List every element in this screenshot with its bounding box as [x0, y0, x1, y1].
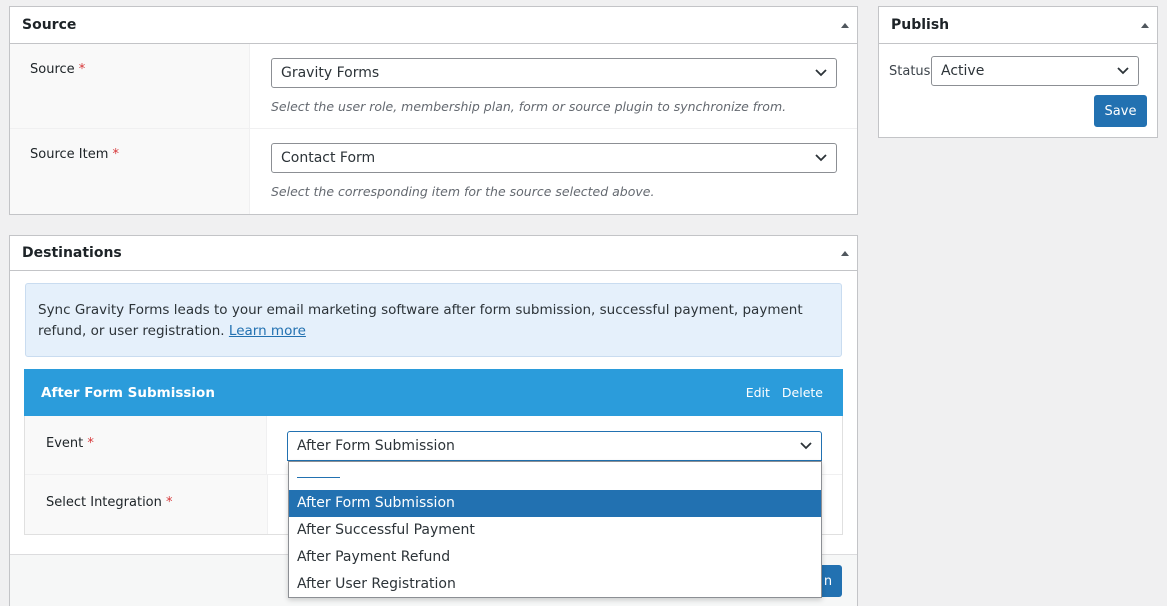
- action-header[interactable]: After Form Submission Edit Delete: [24, 369, 843, 416]
- dropdown-option[interactable]: After Form Submission: [289, 490, 821, 517]
- integration-label-text: Select Integration: [46, 495, 162, 510]
- event-select-value: After Form Submission: [297, 438, 455, 454]
- source-metabox-header[interactable]: Source: [10, 7, 857, 44]
- info-notice: Sync Gravity Forms leads to your email m…: [25, 283, 842, 357]
- source-metabox: Source Source * Gravity Forms Select the…: [9, 6, 858, 215]
- source-select-value: Gravity Forms: [281, 65, 380, 81]
- source-item-label-text: Source Item: [30, 147, 109, 162]
- publish-metabox: Publish Status: Active Save: [878, 6, 1158, 138]
- publish-metabox-header[interactable]: Publish: [879, 7, 1157, 44]
- chevron-down-icon: [815, 69, 827, 77]
- source-select[interactable]: Gravity Forms: [271, 58, 837, 88]
- destinations-metabox-header[interactable]: Destinations: [10, 236, 857, 271]
- search-cursor-line: [297, 477, 340, 478]
- event-label-text: Event: [46, 436, 84, 451]
- action-links: Edit Delete: [746, 385, 823, 400]
- destinations-metabox-title: Destinations: [22, 245, 122, 261]
- action-title: After Form Submission: [41, 384, 215, 401]
- status-select-value: Active: [941, 63, 985, 79]
- save-button[interactable]: Save: [1094, 95, 1147, 127]
- required-marker: *: [166, 495, 173, 510]
- source-description: Select the user role, membership plan, f…: [271, 99, 787, 114]
- required-marker: *: [78, 62, 86, 77]
- collapse-arrow-icon[interactable]: [1141, 22, 1149, 28]
- chevron-down-icon: [800, 442, 812, 450]
- collapse-arrow-icon[interactable]: [841, 250, 849, 256]
- source-item-label: Source Item *: [10, 129, 250, 214]
- source-item-field: Contact Form Select the corresponding it…: [250, 129, 857, 214]
- source-label: Source *: [10, 44, 250, 128]
- event-label: Event *: [25, 416, 267, 474]
- required-marker: *: [87, 436, 94, 451]
- chevron-down-icon: [1117, 67, 1129, 75]
- source-item-description: Select the corresponding item for the so…: [271, 184, 655, 199]
- edit-link[interactable]: Edit: [746, 385, 770, 400]
- source-label-text: Source: [30, 62, 75, 77]
- dropdown-option[interactable]: After Payment Refund: [289, 544, 821, 571]
- dropdown-option[interactable]: After Successful Payment: [289, 517, 821, 544]
- publish-metabox-title: Publish: [891, 17, 950, 33]
- event-select[interactable]: After Form Submission: [287, 431, 822, 461]
- dropdown-search-input[interactable]: [289, 462, 821, 490]
- source-field: Gravity Forms Select the user role, memb…: [250, 44, 857, 128]
- delete-link[interactable]: Delete: [782, 385, 823, 400]
- source-metabox-title: Source: [22, 17, 77, 33]
- status-select[interactable]: Active: [931, 56, 1139, 86]
- notice-text: Sync Gravity Forms leads to your email m…: [38, 302, 803, 339]
- required-marker: *: [112, 147, 120, 162]
- collapse-arrow-icon[interactable]: [841, 22, 849, 28]
- source-item-row: Source Item * Contact Form Select the co…: [10, 129, 857, 214]
- integration-label: Select Integration *: [25, 475, 268, 534]
- learn-more-link[interactable]: Learn more: [229, 323, 306, 339]
- chevron-down-icon: [815, 154, 827, 162]
- source-row: Source * Gravity Forms Select the user r…: [10, 44, 857, 129]
- status-label: Status:: [889, 64, 935, 79]
- event-dropdown-list: After Form Submission After Successful P…: [288, 461, 822, 598]
- source-item-select-value: Contact Form: [281, 150, 376, 166]
- dropdown-option[interactable]: After User Registration: [289, 571, 821, 598]
- source-item-select[interactable]: Contact Form: [271, 143, 837, 173]
